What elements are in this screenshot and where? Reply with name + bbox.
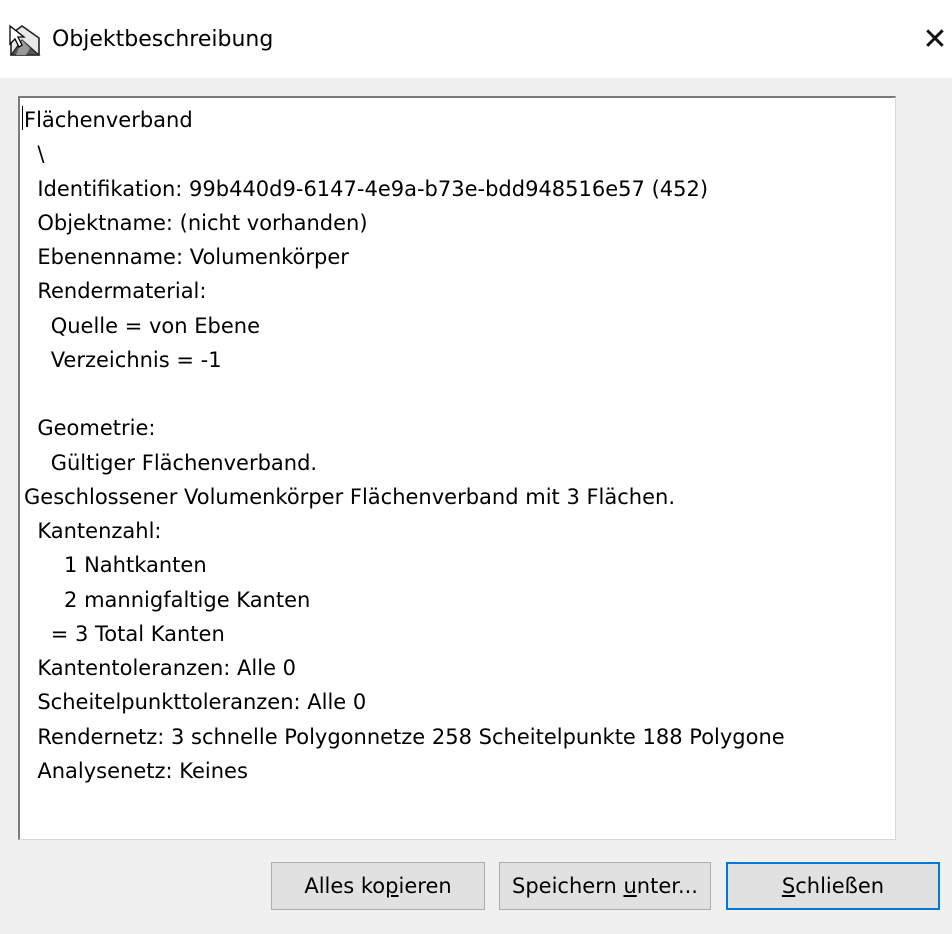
description-line: Kantenzahl: bbox=[24, 519, 162, 543]
title-bar: Objektbeschreibung ✕ bbox=[0, 0, 952, 78]
object-description-textbox[interactable]: Flächenverband \ Identifikation: 99b440d… bbox=[18, 96, 896, 840]
window-title: Objektbeschreibung bbox=[52, 27, 274, 52]
close-button[interactable]: Schließen bbox=[726, 862, 940, 910]
description-line: 1 Nahtkanten bbox=[24, 553, 207, 578]
description-line: Rendernetz: 3 schnelle Polygonnetze 258 … bbox=[24, 724, 785, 749]
description-line: Geschlossener Volumenkörper Flächenverba… bbox=[24, 484, 676, 509]
close-label-rest: chließen bbox=[795, 874, 885, 898]
save-as-label-rest: nter... bbox=[636, 874, 698, 898]
description-line: Rendermaterial: bbox=[24, 279, 207, 304]
description-line: Geometrie: bbox=[24, 416, 156, 441]
save-as-accelerator: u bbox=[623, 874, 637, 898]
text-caret bbox=[22, 106, 23, 130]
copy-all-label: Alles ko bbox=[304, 874, 386, 898]
description-line: Quelle = von Ebene bbox=[24, 313, 261, 338]
description-line: Scheitelpunkttoleranzen: Alle 0 bbox=[24, 690, 367, 715]
rhino-object-icon bbox=[9, 24, 41, 56]
description-line: Objektname: (nicht vorhanden) bbox=[24, 210, 368, 235]
copy-all-label-rest: ieren bbox=[398, 874, 452, 898]
save-as-label: Speichern bbox=[512, 874, 624, 898]
description-line: Gültiger Flächenverband. bbox=[24, 450, 318, 475]
description-line: Identifikation: 99b440d9-6147-4e9a-b73e-… bbox=[24, 176, 709, 201]
close-icon[interactable]: ✕ bbox=[918, 20, 952, 60]
description-line: Flächenverband bbox=[24, 108, 193, 132]
copy-all-accelerator: p bbox=[385, 874, 399, 898]
description-line: Ebenenname: Volumenkörper bbox=[24, 245, 349, 269]
description-line: 2 mannigfaltige Kanten bbox=[24, 587, 311, 612]
description-line: Verzeichnis = -1 bbox=[24, 347, 222, 372]
save-as-button[interactable]: Speichern unter... bbox=[499, 862, 711, 910]
copy-all-button[interactable]: Alles kopieren bbox=[271, 862, 485, 910]
description-line: = 3 Total Kanten bbox=[24, 621, 225, 646]
description-line bbox=[24, 377, 889, 411]
close-accelerator: S bbox=[781, 874, 796, 898]
description-line: Kantentoleranzen: Alle 0 bbox=[24, 656, 297, 680]
description-line: \ bbox=[24, 142, 45, 167]
description-line: Analysenetz: Keines bbox=[24, 758, 248, 783]
